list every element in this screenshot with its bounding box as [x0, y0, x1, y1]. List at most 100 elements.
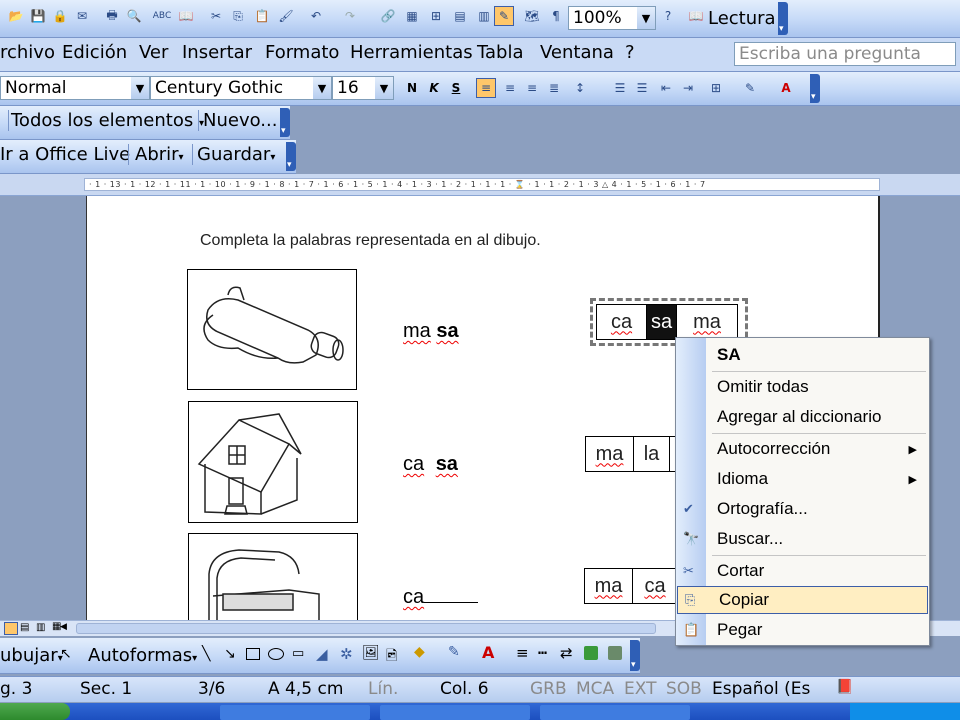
draw-menu[interactable]: ubujar▾ [0, 645, 63, 666]
status-ext[interactable]: EXT [624, 679, 656, 699]
status-rec[interactable]: GRB [530, 679, 567, 699]
line-spacing-icon[interactable]: ↕ [570, 78, 590, 98]
menu-ventana[interactable]: Ventana [540, 42, 614, 63]
menu-edicion[interactable]: Edición [62, 42, 127, 63]
chevron-down-icon[interactable]: ▼ [313, 77, 331, 99]
help-icon[interactable]: ? [658, 6, 678, 26]
open-icon[interactable]: 📂 [6, 6, 26, 26]
bold-button[interactable]: N [402, 78, 422, 98]
spelling-item[interactable]: ✔ Ortografía... [676, 495, 929, 523]
save-dropdown-button[interactable]: Guardar▾ [192, 144, 275, 165]
office-live-button[interactable]: Ir a Office Live [0, 144, 130, 165]
menu-tabla[interactable]: Tabla [477, 42, 524, 63]
syllable-boxes-2[interactable]: ma la [585, 436, 681, 472]
suggestion-item[interactable]: SA [676, 341, 929, 369]
syllable-boxes-1[interactable]: ca sa ma [596, 304, 738, 340]
toolbar-options-grip[interactable] [778, 2, 788, 35]
syllable-box[interactable]: ma [586, 437, 634, 471]
print-preview-icon[interactable]: 🔍 [124, 6, 144, 26]
wordart-icon[interactable]: ◢ [316, 645, 328, 663]
line-color-icon[interactable]: ✎ [448, 644, 460, 660]
menu-help[interactable]: ? [625, 42, 635, 63]
syllable-box[interactable]: ma [677, 305, 737, 339]
email-icon[interactable]: ✉ [72, 6, 92, 26]
insert-table-icon[interactable]: ⊞ [426, 6, 446, 26]
chevron-down-icon[interactable]: ▼ [375, 77, 393, 99]
toolbar-options-grip[interactable] [280, 108, 290, 137]
syllable-boxes-3[interactable]: ma ca [584, 568, 678, 604]
paste-item[interactable]: 📋 Pegar [676, 616, 929, 644]
language-item[interactable]: Idioma ▶ [676, 465, 929, 493]
borders-icon[interactable]: ⊞ [706, 78, 726, 98]
copy-icon[interactable]: ⎘ [228, 6, 248, 26]
drawing-icon[interactable]: ✎ [494, 6, 514, 26]
font-color-icon[interactable]: A [776, 78, 796, 98]
highlight-icon[interactable]: ✎ [740, 78, 760, 98]
house-picture[interactable] [188, 401, 358, 523]
line-style-icon[interactable]: ≡ [516, 644, 529, 662]
numbering-icon[interactable]: ☰ [610, 78, 630, 98]
hyperlink-icon[interactable]: 🔗 [378, 6, 398, 26]
save-icon[interactable]: 💾 [28, 6, 48, 26]
menu-insertar[interactable]: Insertar [182, 42, 252, 63]
taskbar-item[interactable] [220, 705, 370, 720]
all-elements-button[interactable]: Todos los elementos ▾ [8, 110, 204, 131]
document-map-icon[interactable]: 🗺 [522, 6, 542, 26]
fill-color-icon[interactable]: ◆ [414, 644, 425, 660]
justify-icon[interactable]: ≣ [544, 78, 564, 98]
bed-picture[interactable] [188, 533, 358, 623]
new-button[interactable]: Nuevo... [198, 110, 277, 131]
syllable-box[interactable]: la [634, 437, 670, 471]
cut-item[interactable]: ✂ Cortar [676, 557, 929, 585]
reading-icon[interactable]: 📖 [686, 6, 706, 26]
align-right-icon[interactable]: ≡ [522, 78, 542, 98]
rolling-pin-picture[interactable] [187, 269, 357, 390]
copy-item[interactable]: ⎘ Copiar [677, 586, 928, 614]
font-combo[interactable]: Century Gothic ▼ [150, 76, 332, 100]
ask-question-input[interactable]: Escriba una pregunta [734, 42, 956, 66]
increase-indent-icon[interactable]: ⇥ [678, 78, 698, 98]
status-ovr[interactable]: SOB [666, 679, 702, 699]
research-icon[interactable]: 📖 [176, 6, 196, 26]
3d-icon[interactable] [608, 646, 622, 660]
spelling-icon[interactable]: ABC [152, 6, 172, 26]
clipart-icon[interactable]: 🖼 [362, 645, 380, 661]
arrow-style-icon[interactable]: ⇄ [560, 644, 573, 662]
cut-icon[interactable]: ✂ [206, 6, 226, 26]
print-icon[interactable]: 🖶 [102, 6, 122, 26]
picture-icon[interactable]: 🖻 [386, 645, 397, 669]
find-item[interactable]: 🔭 Buscar... [676, 525, 929, 553]
style-combo[interactable]: Normal ▼ [0, 76, 150, 100]
chevron-down-icon[interactable]: ▼ [131, 77, 149, 99]
web-view-icon[interactable]: ▤ [20, 622, 29, 633]
add-to-dictionary-item[interactable]: Agregar al diccionario [676, 403, 929, 431]
toolbar-options-grip[interactable] [630, 640, 640, 671]
ignore-all-item[interactable]: Omitir todas [676, 373, 929, 401]
print-view-icon[interactable]: ▥ [36, 622, 45, 633]
zoom-combo[interactable]: 100% ▼ [568, 6, 656, 30]
syllable-box[interactable]: ca [597, 305, 647, 339]
menu-herramientas[interactable]: Herramientas [350, 42, 473, 63]
scroll-thumb[interactable] [76, 623, 656, 634]
spelling-status-icon[interactable]: 📕 [836, 679, 853, 695]
arrow-icon[interactable]: ↘ [224, 646, 236, 662]
autoshapes-menu[interactable]: Autoformas▾ [88, 645, 197, 666]
syllable-box[interactable]: ma [585, 569, 633, 603]
undo-icon[interactable]: ↶ [306, 6, 326, 26]
italic-button[interactable]: K [424, 78, 444, 98]
taskbar-item[interactable] [540, 705, 690, 720]
scroll-left-icon[interactable]: ◀ [60, 622, 67, 632]
chevron-down-icon[interactable]: ▼ [637, 7, 655, 29]
columns-icon[interactable]: ▥ [474, 6, 494, 26]
autocorrect-item[interactable]: Autocorrección ▶ [676, 435, 929, 463]
oval-icon[interactable] [268, 648, 284, 660]
redo-icon[interactable]: ↷ [340, 6, 360, 26]
show-hide-icon[interactable]: ¶ [546, 6, 566, 26]
decrease-indent-icon[interactable]: ⇤ [656, 78, 676, 98]
menu-archivo[interactable]: rchivo [0, 42, 55, 63]
format-painter-icon[interactable]: 🖌 [276, 6, 296, 26]
open-button[interactable]: Abrir▾ [128, 144, 184, 165]
rectangle-icon[interactable] [246, 648, 260, 660]
paste-icon[interactable]: 📋 [252, 6, 272, 26]
syllable-box[interactable]: ca [633, 569, 677, 603]
